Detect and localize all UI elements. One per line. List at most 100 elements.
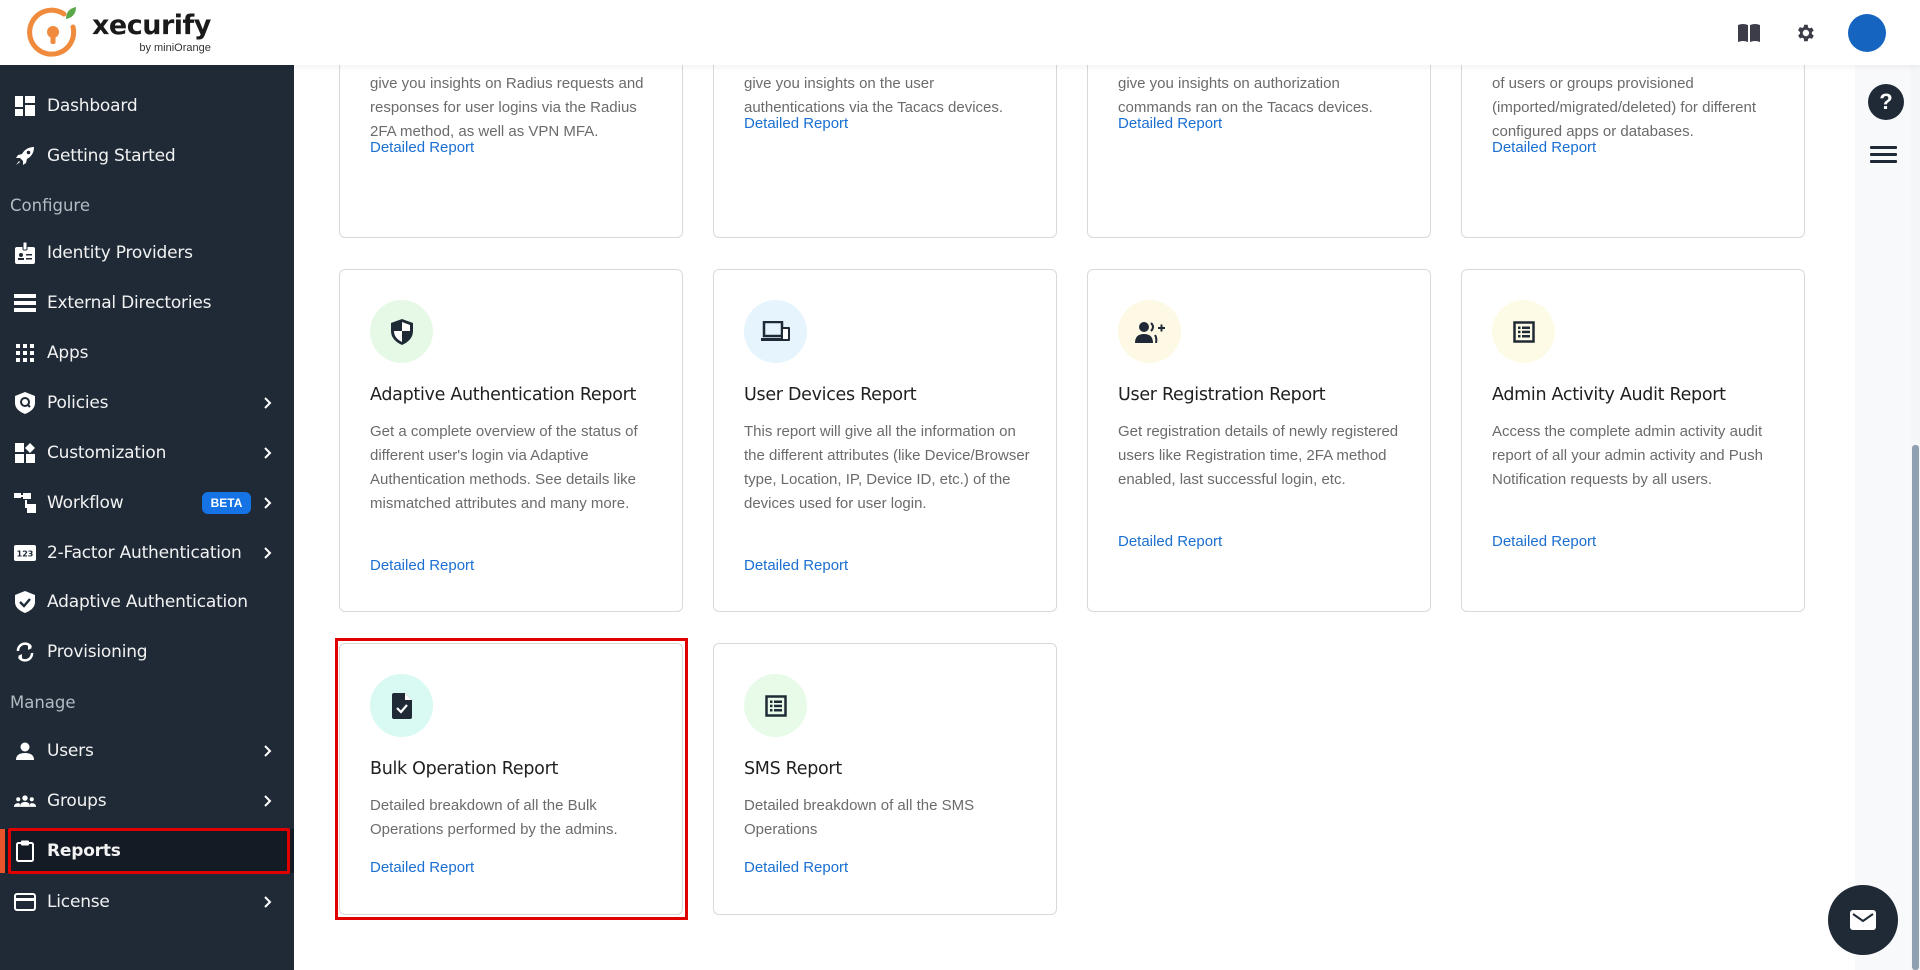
sidebar-item-external-directories[interactable]: External Directories (0, 281, 294, 325)
card-description: This report will give all the informatio… (744, 423, 1030, 512)
hamburger-menu-icon[interactable] (1870, 146, 1897, 166)
sidebar-item-identity-providers[interactable]: Identity Providers (0, 231, 294, 275)
sidebar-item-dashboard[interactable]: Dashboard (0, 84, 294, 128)
sidebar-item-label: Apps (47, 343, 89, 363)
icon-circle (370, 300, 433, 363)
detailed-report-link[interactable]: Detailed Report (1492, 139, 1596, 156)
sidebar-item-adaptive-authentication[interactable]: Adaptive Authentication (0, 580, 294, 624)
icon-circle (744, 674, 807, 737)
detailed-report-link[interactable]: Detailed Report (1492, 533, 1596, 550)
sidebar-item-label: Customization (47, 443, 167, 463)
sidebar-item-label: Policies (47, 393, 109, 413)
card-description: give you insights on Radius requests and… (370, 75, 644, 140)
sidebar-item-reports[interactable]: Reports (0, 828, 294, 874)
avatar[interactable] (1848, 13, 1886, 52)
report-card-user-registration: User Registration Report Get registratio… (1087, 269, 1431, 612)
sidebar-item-users[interactable]: Users (0, 729, 294, 773)
widgets-icon (14, 442, 36, 464)
clipboard-icon (14, 840, 36, 862)
xecurify-logo[interactable]: xecurify by miniOrange (26, 5, 211, 59)
sidebar-item-2fa[interactable]: 123 2-Factor Authentication (0, 531, 294, 575)
sidebar-item-policies[interactable]: Policies (0, 381, 294, 425)
logo-keyhole-icon (26, 5, 80, 59)
shield-check-icon (14, 591, 36, 613)
chevron-right-icon (264, 795, 272, 807)
icon-circle (1492, 300, 1555, 363)
card-title: User Registration Report (1118, 385, 1326, 405)
chevron-right-icon (264, 447, 272, 459)
report-card-user-devices: User Devices Report This report will giv… (713, 269, 1057, 612)
detailed-report-link[interactable]: Detailed Report (370, 139, 474, 156)
highlight-outline (335, 638, 688, 920)
pin-123-icon: 123 (14, 542, 36, 564)
sidebar-item-customization[interactable]: Customization (0, 431, 294, 475)
icon-circle (1118, 300, 1181, 363)
credit-card-icon (14, 891, 36, 913)
report-card-radius: give you insights on Radius requests and… (339, 65, 683, 238)
chevron-right-icon (264, 896, 272, 908)
card-description: Get a complete overview of the status of… (370, 423, 638, 512)
sidebar-item-license[interactable]: License (0, 880, 294, 924)
workflow-icon (14, 492, 36, 514)
beta-badge: BETA (202, 492, 251, 514)
report-card-admin-activity-audit: Admin Activity Audit Report Access the c… (1461, 269, 1805, 612)
card-description: give you insights on authorization comma… (1118, 75, 1373, 116)
detailed-report-link[interactable]: Detailed Report (1118, 115, 1222, 132)
list-icon (1512, 320, 1535, 343)
scrollbar-thumb[interactable] (1912, 445, 1919, 970)
user-add-icon (1134, 321, 1165, 343)
detailed-report-link[interactable]: Detailed Report (744, 115, 848, 132)
sidebar-item-provisioning[interactable]: Provisioning (0, 630, 294, 674)
gear-icon[interactable] (1790, 18, 1820, 48)
sidebar-item-label: Groups (47, 791, 107, 811)
detailed-report-link[interactable]: Detailed Report (1118, 533, 1222, 550)
icon-circle (744, 300, 807, 363)
card-title: Adaptive Authentication Report (370, 385, 637, 405)
sidebar-item-getting-started[interactable]: Getting Started (0, 134, 294, 178)
server-list-icon (14, 292, 36, 314)
help-button[interactable]: ? (1868, 84, 1904, 120)
card-title: User Devices Report (744, 385, 917, 405)
sidebar-item-label: License (47, 892, 110, 912)
detailed-report-link[interactable]: Detailed Report (370, 557, 474, 574)
section-label-configure: Configure (10, 196, 90, 215)
report-card-adaptive-authentication: Adaptive Authentication Report Get a com… (339, 269, 683, 612)
mail-icon (1850, 910, 1876, 930)
sidebar-item-label: Reports (47, 841, 121, 861)
svg-text:123: 123 (17, 550, 34, 559)
report-card-tacacs-auth: give you insights on the user authentica… (713, 65, 1057, 238)
sidebar-item-workflow[interactable]: Workflow BETA (0, 481, 294, 525)
sidebar-item-label: Dashboard (47, 96, 138, 116)
grid-icon (14, 342, 36, 364)
top-header: xecurify by miniOrange (0, 0, 1920, 65)
book-icon[interactable] (1734, 18, 1764, 48)
report-card-sms: SMS Report Detailed breakdown of all the… (713, 643, 1057, 915)
logo-by-line: by miniOrange (139, 41, 211, 54)
detailed-report-link[interactable]: Detailed Report (744, 859, 848, 876)
card-description: Get registration details of newly regist… (1118, 423, 1399, 488)
detailed-report-link[interactable]: Detailed Report (744, 557, 848, 574)
shield-half-icon (390, 318, 413, 345)
card-description: Access the complete admin activity audit… (1492, 423, 1763, 488)
list-icon (764, 694, 787, 717)
active-indicator (0, 829, 5, 873)
sidebar-item-label: External Directories (47, 293, 212, 313)
devices-icon (760, 320, 790, 341)
chevron-right-icon (264, 397, 272, 409)
chat-support-button[interactable] (1828, 885, 1898, 955)
sidebar-item-apps[interactable]: Apps (0, 331, 294, 375)
right-rail: ? (1855, 65, 1911, 970)
user-icon (14, 740, 36, 762)
rocket-icon (14, 145, 36, 167)
logo-name: xecurify (92, 9, 211, 41)
sidebar-item-groups[interactable]: Groups (0, 779, 294, 823)
report-card-tacacs-authorization: give you insights on authorization comma… (1087, 65, 1431, 238)
help-icon: ? (1879, 89, 1893, 114)
sidebar-item-label: Workflow (47, 493, 124, 513)
card-description: give you insights on the user authentica… (744, 75, 1004, 116)
dashboard-icon (14, 95, 36, 117)
shield-search-icon (14, 392, 36, 414)
page-scrollbar[interactable] (1911, 65, 1920, 970)
card-title: Admin Activity Audit Report (1492, 385, 1726, 405)
sidebar-item-label: Adaptive Authentication (47, 592, 248, 612)
